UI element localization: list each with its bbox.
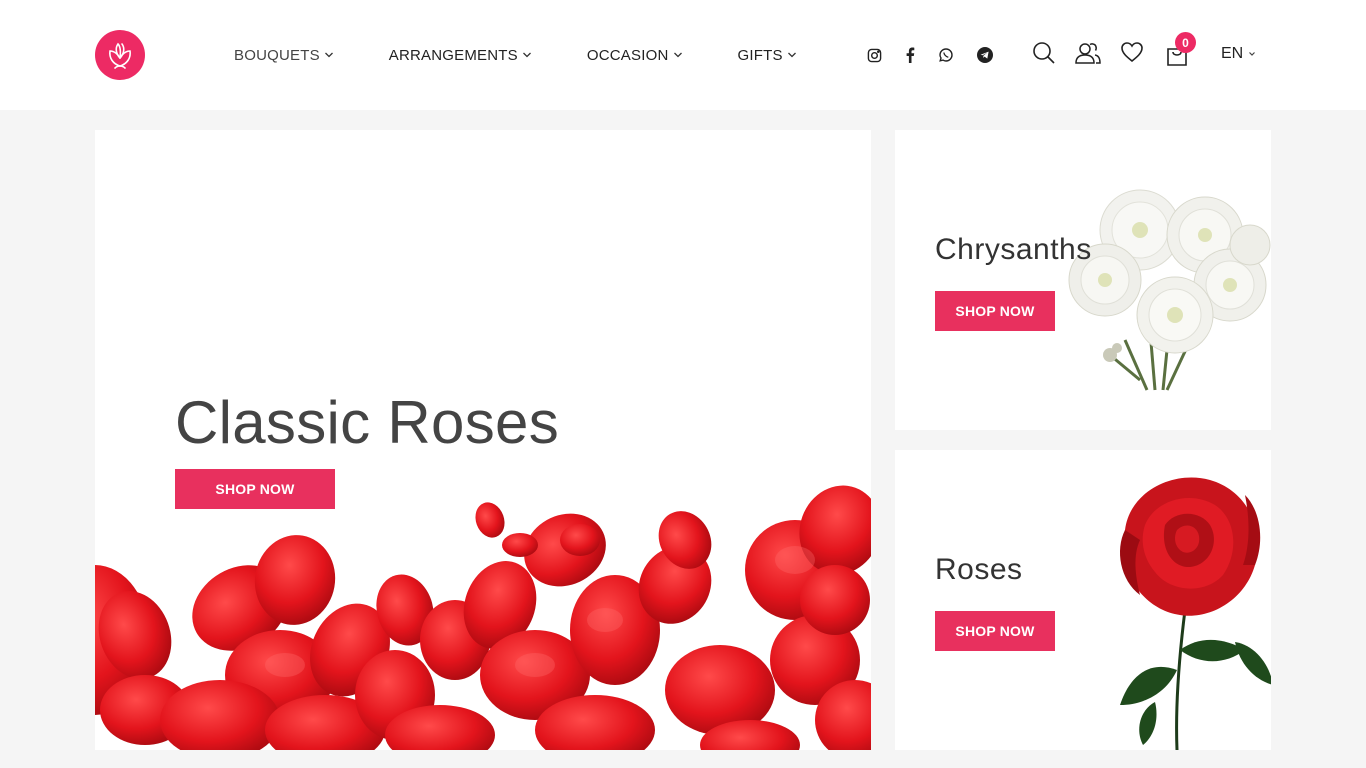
- heart-icon: [1121, 42, 1143, 63]
- social-facebook-link[interactable]: [905, 44, 915, 66]
- social-whatsapp-link[interactable]: [938, 44, 954, 66]
- main-nav: BOUQUETS ARRANGEMENTS OCCASION GIFTS: [234, 44, 797, 66]
- social-telegram-link[interactable]: [977, 44, 993, 66]
- hero-banner: Classic Roses SHOP NOW: [95, 130, 871, 750]
- promo-chrysanths: Chrysanths SHOP NOW: [895, 130, 1271, 430]
- flower-logo-icon: [109, 42, 131, 69]
- cart-count-badge: 0: [1175, 32, 1196, 53]
- chevron-down-icon: [787, 51, 797, 59]
- promo-chrysanths-shop-now-button[interactable]: SHOP NOW: [935, 291, 1055, 331]
- chevron-down-icon: [522, 51, 532, 59]
- promo-roses: Roses SHOP NOW: [895, 450, 1271, 750]
- social-instagram-link[interactable]: [867, 44, 882, 66]
- hero-title: Classic Roses: [175, 389, 559, 456]
- nav-item-arrangements[interactable]: ARRANGEMENTS: [389, 44, 532, 66]
- hero-shop-now-button[interactable]: SHOP NOW: [175, 469, 335, 509]
- telegram-icon: [977, 47, 993, 63]
- nav-item-gifts[interactable]: GIFTS: [738, 44, 797, 66]
- nav-item-label: OCCASION: [586, 46, 669, 64]
- nav-item-label: ARRANGEMENTS: [388, 46, 518, 64]
- chevron-down-icon: [673, 51, 683, 59]
- site-header: BOUQUETS ARRANGEMENTS OCCASION GIFTS 0 E…: [0, 0, 1366, 110]
- site-logo[interactable]: [95, 30, 145, 80]
- search-icon: [1033, 42, 1055, 64]
- chevron-down-icon: [324, 51, 334, 59]
- nav-item-occasion[interactable]: OCCASION: [587, 44, 683, 66]
- nav-item-label: BOUQUETS: [234, 46, 320, 64]
- nav-item-bouquets[interactable]: BOUQUETS: [234, 44, 334, 66]
- whatsapp-icon: [939, 48, 953, 62]
- language-selector[interactable]: EN: [1221, 45, 1256, 63]
- facebook-icon: [906, 47, 915, 63]
- promo-roses-title: Roses: [935, 553, 1023, 586]
- nav-item-label: GIFTS: [737, 46, 783, 64]
- search-button[interactable]: [1032, 40, 1056, 66]
- chrysanthemum-image: [1068, 189, 1271, 391]
- wishlist-button[interactable]: [1120, 40, 1144, 64]
- account-icon: [1075, 43, 1101, 64]
- account-button[interactable]: [1074, 40, 1102, 66]
- instagram-icon: [867, 48, 882, 62]
- chevron-down-icon: [1248, 51, 1256, 57]
- language-label: EN: [1221, 45, 1244, 62]
- promo-chrysanths-title: Chrysanths: [935, 233, 1092, 266]
- red-rose-image: [1120, 477, 1271, 750]
- promo-roses-shop-now-button[interactable]: SHOP NOW: [935, 611, 1055, 651]
